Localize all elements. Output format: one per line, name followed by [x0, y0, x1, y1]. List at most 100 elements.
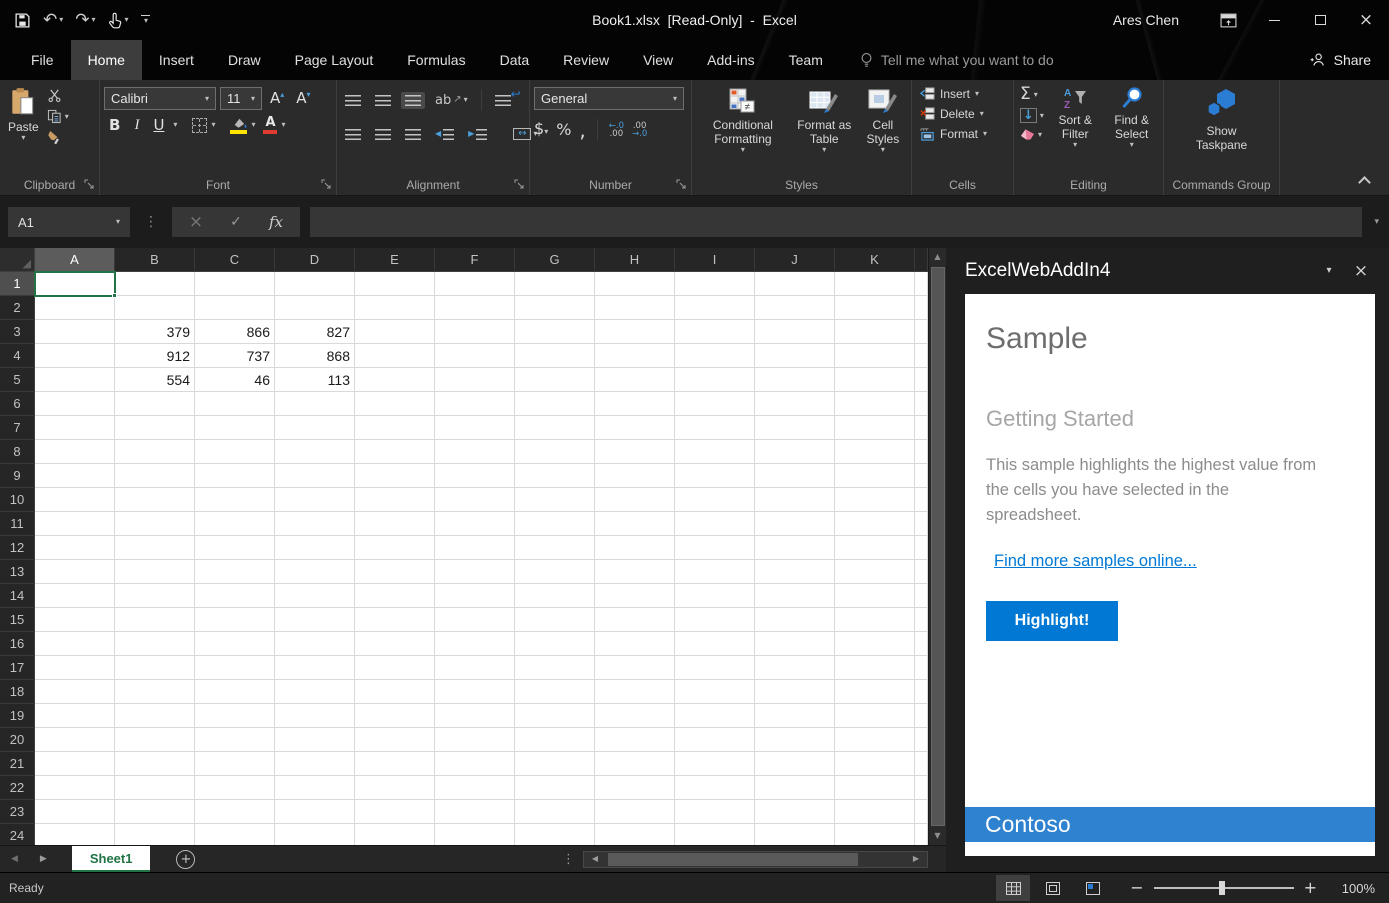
- cell-B22[interactable]: [115, 776, 195, 800]
- redo-caret-icon[interactable]: ▾: [92, 16, 96, 24]
- cell-J15[interactable]: [755, 608, 835, 632]
- delete-cells-button[interactable]: Delete ▾: [920, 106, 1009, 121]
- formula-bar-handle-icon[interactable]: ⋮: [140, 215, 162, 229]
- find-samples-link[interactable]: Find more samples online...: [994, 552, 1197, 571]
- tab-data[interactable]: Data: [483, 40, 547, 80]
- cell-E18[interactable]: [355, 680, 435, 704]
- cell-D3[interactable]: 827: [275, 320, 355, 344]
- cell-I3[interactable]: [675, 320, 755, 344]
- cell-F3[interactable]: [435, 320, 515, 344]
- cell-K4[interactable]: [835, 344, 915, 368]
- cell-A16[interactable]: [35, 632, 115, 656]
- cell-K17[interactable]: [835, 656, 915, 680]
- column-header-D[interactable]: D: [275, 248, 355, 272]
- fill-button[interactable]: ↓ ▾: [1018, 108, 1046, 123]
- cell-B23[interactable]: [115, 800, 195, 824]
- name-box[interactable]: A1 ▾: [8, 207, 130, 237]
- column-header-G[interactable]: G: [515, 248, 595, 272]
- cell-I1[interactable]: [675, 272, 755, 296]
- cell-H20[interactable]: [595, 728, 675, 752]
- cell-F18[interactable]: [435, 680, 515, 704]
- cell-B14[interactable]: [115, 584, 195, 608]
- cell-H22[interactable]: [595, 776, 675, 800]
- align-center-button[interactable]: [371, 126, 395, 143]
- cell-F10[interactable]: [435, 488, 515, 512]
- redo-button[interactable]: ↷ ▾: [71, 9, 99, 32]
- cell-C18[interactable]: [195, 680, 275, 704]
- underline-caret-icon[interactable]: ▾: [173, 121, 177, 129]
- increase-font-size-button[interactable]: A▴: [266, 90, 288, 107]
- cell-E15[interactable]: [355, 608, 435, 632]
- cell-F14[interactable]: [435, 584, 515, 608]
- cell-G19[interactable]: [515, 704, 595, 728]
- cell-C24[interactable]: [195, 824, 275, 845]
- zoom-in-icon[interactable]: +: [1304, 880, 1317, 896]
- cell-D20[interactable]: [275, 728, 355, 752]
- tab-view[interactable]: View: [626, 40, 690, 80]
- cell-K16[interactable]: [835, 632, 915, 656]
- undo-caret-icon[interactable]: ▾: [59, 16, 63, 24]
- cell-A6[interactable]: [35, 392, 115, 416]
- cell-E22[interactable]: [355, 776, 435, 800]
- cell-H12[interactable]: [595, 536, 675, 560]
- cell-C4[interactable]: 737: [195, 344, 275, 368]
- cell-E12[interactable]: [355, 536, 435, 560]
- copy-caret-icon[interactable]: ▾: [65, 113, 69, 121]
- cell-E24[interactable]: [355, 824, 435, 845]
- cell-A23[interactable]: [35, 800, 115, 824]
- cell-J10[interactable]: [755, 488, 835, 512]
- cell-H1[interactable]: [595, 272, 675, 296]
- cell-A14[interactable]: [35, 584, 115, 608]
- accounting-format-button[interactable]: $▾: [534, 121, 548, 139]
- cell-D5[interactable]: 113: [275, 368, 355, 392]
- cell-G24[interactable]: [515, 824, 595, 845]
- cell-I24[interactable]: [675, 824, 755, 845]
- cell-C13[interactable]: [195, 560, 275, 584]
- bold-button[interactable]: B: [104, 118, 125, 133]
- cell-G4[interactable]: [515, 344, 595, 368]
- horizontal-scrollbar[interactable]: ◀ ▶: [583, 851, 928, 868]
- clear-button[interactable]: ▾: [1018, 128, 1046, 141]
- row-header-7[interactable]: 7: [0, 416, 35, 440]
- page-break-view-button[interactable]: [1076, 875, 1110, 901]
- cell-B7[interactable]: [115, 416, 195, 440]
- cell-D1[interactable]: [275, 272, 355, 296]
- formula-input[interactable]: [310, 207, 1362, 237]
- cell-K13[interactable]: [835, 560, 915, 584]
- row-header-5[interactable]: 5: [0, 368, 35, 392]
- cell-D24[interactable]: [275, 824, 355, 845]
- row-header-12[interactable]: 12: [0, 536, 35, 560]
- font-color-button[interactable]: A: [263, 116, 277, 134]
- cell-D21[interactable]: [275, 752, 355, 776]
- cell-E7[interactable]: [355, 416, 435, 440]
- cell-K7[interactable]: [835, 416, 915, 440]
- cell-K15[interactable]: [835, 608, 915, 632]
- cell-E5[interactable]: [355, 368, 435, 392]
- cell-A19[interactable]: [35, 704, 115, 728]
- tell-me-box[interactable]: Tell me what you want to do: [860, 40, 1054, 80]
- font-size-combo[interactable]: 11 ▾: [220, 87, 262, 110]
- cell-A1[interactable]: [35, 272, 115, 296]
- format-painter-button[interactable]: [45, 129, 71, 146]
- cell-G8[interactable]: [515, 440, 595, 464]
- column-header-K[interactable]: K: [835, 248, 915, 272]
- cell-G20[interactable]: [515, 728, 595, 752]
- cell-D10[interactable]: [275, 488, 355, 512]
- cell-K1[interactable]: [835, 272, 915, 296]
- cell-G1[interactable]: [515, 272, 595, 296]
- cell-J9[interactable]: [755, 464, 835, 488]
- cell-D14[interactable]: [275, 584, 355, 608]
- cell-A8[interactable]: [35, 440, 115, 464]
- cell-F15[interactable]: [435, 608, 515, 632]
- cell-styles-button[interactable]: Cell Styles ▾: [859, 86, 907, 175]
- cell-F13[interactable]: [435, 560, 515, 584]
- align-right-button[interactable]: [401, 126, 425, 143]
- taskpane-options-icon[interactable]: ▾: [1313, 266, 1345, 276]
- cell-B16[interactable]: [115, 632, 195, 656]
- font-name-combo[interactable]: Calibri ▾: [104, 87, 216, 110]
- cell-H14[interactable]: [595, 584, 675, 608]
- cell-C15[interactable]: [195, 608, 275, 632]
- cell-I16[interactable]: [675, 632, 755, 656]
- cell-A12[interactable]: [35, 536, 115, 560]
- cell-E11[interactable]: [355, 512, 435, 536]
